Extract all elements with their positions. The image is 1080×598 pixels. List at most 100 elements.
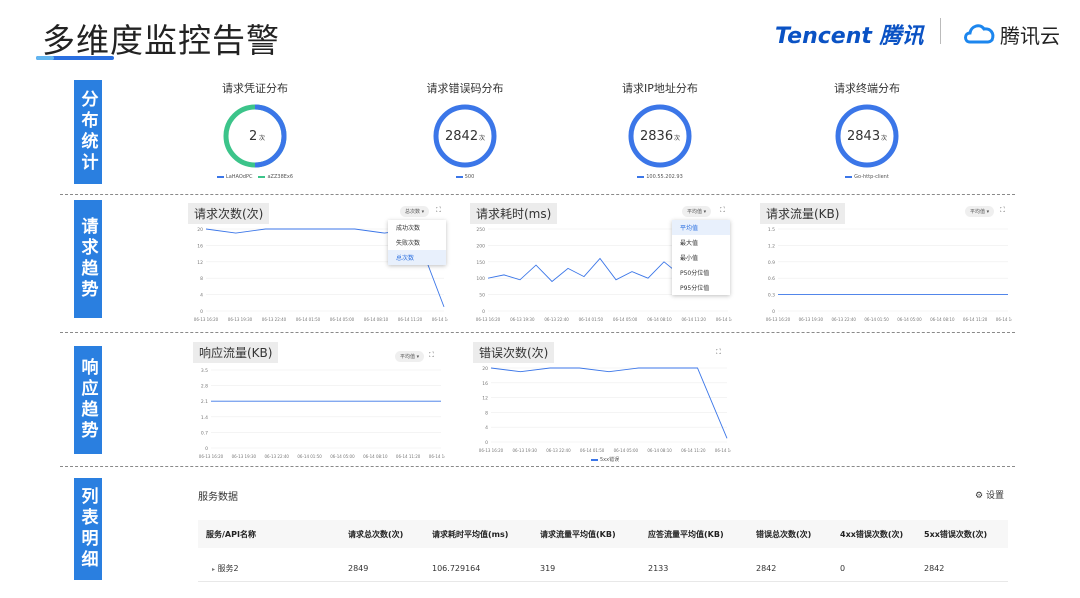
donut-value: 2836 [640,129,673,144]
x-tick-label: 06-14 01:50 [297,454,322,459]
legend-item[interactable]: LaHAOdPC [216,174,252,180]
x-tick-label: 06-14 14:30 [715,448,731,453]
expand-icon[interactable]: ⛶ [720,206,725,215]
x-tick-label: 06-14 14:30 [432,317,448,322]
y-tick-label: 2.1 [201,399,208,405]
section-label-response-trend: 响应趋势 [74,346,102,454]
section-label-list-detail: 列表明细 [74,478,102,580]
table-row[interactable]: ▸ 服务2 2849 106.729164 319 2133 2842 0 28… [198,556,1008,582]
chart-legend[interactable]: 5xx错误 [591,456,619,463]
y-tick-label: 0.9 [768,260,775,266]
metric-selector[interactable]: 平均值 ▾ [395,351,425,362]
expand-icon[interactable]: ⛶ [429,351,434,360]
legend-item[interactable]: aZZ38Ex6 [258,174,293,180]
table-cell: 2133 [648,564,669,573]
column-header[interactable]: 请求流量平均值(KB) [532,529,640,540]
donut-terminal-distribution: 请求终端分布 2843 次 Go-http-client [807,80,927,180]
column-header[interactable]: 4xx错误次数(次) [832,529,916,540]
metric-selector[interactable]: 平均值 ▾ [965,206,995,217]
expand-caret-icon[interactable]: ▸ [212,566,215,573]
expand-icon[interactable]: ⛶ [716,348,721,357]
x-tick-label: 06-14 01:50 [579,317,604,322]
x-tick-label: 06-13 22:40 [262,317,287,322]
y-tick-label: 0 [205,446,208,452]
y-tick-label: 0 [772,309,775,315]
x-tick-label: 06-14 08:10 [363,454,388,459]
donut-title: 请求终端分布 [834,82,900,95]
service-name-cell[interactable]: ▸ 服务2 [198,563,340,574]
chart-response-traffic: 响应流量(KB) 平均值 ▾ ⛶ 0 0.7 1.4 2.1 2.8 3.5 06-13 1… [193,342,445,462]
settings-button[interactable]: ⚙ 设置 [975,488,1004,501]
donut-chart[interactable]: 2842 次 [431,102,499,170]
legend-item[interactable]: 500 [455,174,474,180]
legend-item[interactable]: Go-http-client [845,174,889,180]
y-tick-label: 20 [482,366,488,372]
y-tick-label: 8 [485,410,488,416]
legend-item[interactable]: 100.55.202.93 [637,174,683,180]
chart-title: 请求次数(次) [188,203,270,224]
y-tick-label: 0 [482,309,485,315]
metric-selector[interactable]: 总次数 ▾ [400,206,430,217]
y-tick-label: 0 [200,309,203,315]
table-cell: 2849 [348,564,369,573]
table-cell: 106.729164 [432,564,481,573]
dropdown-option[interactable]: P95分位值 [672,280,730,295]
donut-chart[interactable]: 2843 次 [833,102,901,170]
donut-title: 请求错误码分布 [426,82,504,95]
dropdown-option[interactable]: 最大值 [672,235,730,250]
donut-ip-distribution: 请求IP地址分布 2836 次 100.55.202.93 [600,80,720,180]
y-tick-label: 0.3 [768,293,775,299]
table-cell: 2842 [756,564,777,573]
donut-legend: Go-http-client [807,174,927,180]
expand-icon[interactable]: ⛶ [1000,206,1005,215]
donut-chart[interactable]: 2836 次 [626,102,694,170]
tencent-cloud-logo-icon [964,24,995,44]
x-tick-label: 06-14 05:00 [614,448,639,453]
y-tick-label: 100 [476,276,485,282]
donut-chart[interactable]: 2 次 [221,102,289,170]
expand-icon[interactable]: ⛶ [436,206,441,215]
chart-request-latency: 请求耗时(ms) 平均值 ▾ ⛶ 0 50 100 150 200 250 06-13 16… [470,203,732,325]
x-tick-label: 06-14 11:20 [398,317,423,322]
table-cell: 0 [840,564,846,573]
x-tick-label: 06-13 16:20 [479,448,504,453]
x-tick-label: 06-13 22:40 [265,454,290,459]
column-header[interactable]: 请求耗时平均值(ms) [424,529,532,540]
donut-value: 2843 [847,129,880,144]
y-tick-label: 8 [200,276,203,282]
x-tick-label: 06-13 19:30 [228,317,253,322]
y-tick-label: 200 [476,243,485,249]
chart-title: 错误次数(次) [473,342,555,363]
y-tick-label: 0.6 [768,276,775,282]
dropdown-option[interactable]: 最小值 [672,250,730,265]
dropdown-option-selected[interactable]: 平均值 [672,220,730,235]
y-tick-label: 20 [197,227,203,233]
x-tick-label: 06-14 05:00 [613,317,638,322]
x-tick-label: 06-13 22:40 [546,448,571,453]
x-tick-label: 06-14 01:50 [864,317,889,322]
metric-selector[interactable]: 平均值 ▾ [682,206,712,217]
table-header-row: 服务/API名称 请求总次数(次) 请求耗时平均值(ms) 请求流量平均值(KB… [198,520,1008,548]
chart-title: 请求流量(KB) [760,203,846,224]
column-header[interactable]: 请求总次数(次) [340,529,424,540]
column-header[interactable]: 5xx错误次数(次) [916,529,1008,540]
dropdown-option[interactable]: P50分位值 [672,265,730,280]
x-tick-label: 06-14 08:10 [647,448,672,453]
column-header[interactable]: 服务/API名称 [198,529,340,540]
dropdown-option-selected[interactable]: 总次数 [388,250,446,265]
chart-title: 请求耗时(ms) [470,203,558,224]
donut-legend: LaHAOdPC aZZ38Ex6 [195,174,315,180]
column-header[interactable]: 应答流量平均值(KB) [640,529,748,540]
x-tick-label: 06-13 19:30 [510,317,535,322]
section-label-distribution: 分布统计 [74,80,102,184]
chart-request-traffic: 请求流量(KB) 平均值 ▾ ⛶ 0 0.3 0.6 0.9 1.2 1.5 06-13 1… [760,203,1012,325]
column-header[interactable]: 错误总次数(次) [748,529,832,540]
y-tick-label: 16 [482,381,488,387]
y-tick-label: 16 [197,243,203,249]
section-label-request-trend: 请求趋势 [74,200,102,318]
y-tick-label: 12 [197,260,203,266]
dropdown-option[interactable]: 成功次数 [388,220,446,235]
dropdown-option[interactable]: 失败次数 [388,235,446,250]
y-tick-label: 1.4 [201,415,208,421]
donut-unit: 次 [479,134,485,142]
